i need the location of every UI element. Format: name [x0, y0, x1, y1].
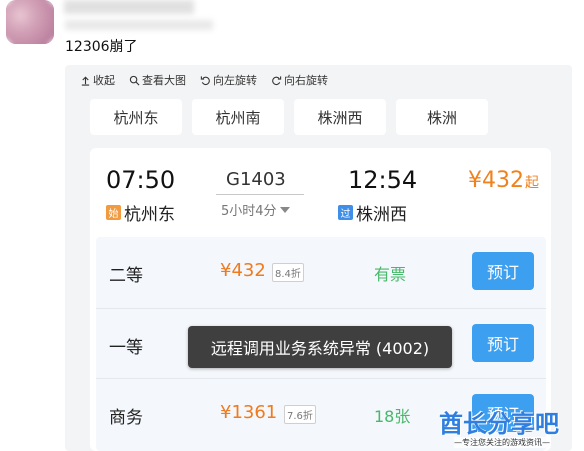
- station-filter: 杭州东 杭州南 株洲西 株洲: [90, 99, 488, 135]
- watermark-subtitle: —专注您关注的游戏资讯—: [454, 437, 550, 448]
- book-button[interactable]: 预订: [472, 324, 534, 362]
- rotate-right-icon: [272, 75, 282, 85]
- rotate-left-icon: [200, 75, 210, 85]
- rotate-left-label: 向左旋转: [213, 74, 257, 87]
- price-from-unit: 起: [525, 175, 539, 191]
- duration-toggle[interactable]: 5小时4分: [221, 200, 290, 219]
- chevron-down-icon: [279, 206, 290, 213]
- pass-tag-icon: 过: [338, 205, 353, 220]
- seat-price: ¥1361: [220, 402, 278, 423]
- username-blurred: [64, 0, 194, 14]
- seat-class: 一等: [109, 338, 143, 358]
- seat-class: 商务: [109, 408, 143, 428]
- seat-row: 二等 ¥432 8.4折 有票 预订: [96, 237, 546, 305]
- discount-badge: 7.6折: [284, 405, 316, 424]
- seat-class: 二等: [109, 266, 143, 286]
- train-divider: [216, 194, 304, 195]
- view-large-label: 查看大图: [142, 74, 186, 87]
- view-large-button[interactable]: 查看大图: [129, 72, 186, 88]
- seat-availability: 18张: [374, 407, 411, 426]
- rotate-left-button[interactable]: 向左旋转: [200, 72, 257, 88]
- magnify-icon: [129, 75, 140, 85]
- post-meta-blurred: [65, 20, 213, 30]
- arrive-time: 12:54: [348, 166, 418, 194]
- rotate-right-label: 向右旋转: [284, 74, 328, 87]
- seat-price: ¥432: [220, 260, 266, 281]
- station-chip[interactable]: 杭州东: [90, 99, 182, 135]
- image-toolbar: 收起 查看大图 向左旋转 向右旋转: [80, 72, 328, 88]
- train-number: G1403: [226, 169, 286, 190]
- arrive-station-name: 株洲西: [356, 205, 407, 225]
- arrive-station: 过 株洲西: [338, 200, 407, 225]
- origin-tag-icon: 始: [106, 205, 121, 220]
- book-button[interactable]: 预订: [472, 252, 534, 290]
- depart-station-name: 杭州东: [124, 205, 175, 225]
- avatar[interactable]: [6, 0, 54, 44]
- discount-badge: 8.4折: [272, 263, 304, 282]
- collapse-icon: [81, 76, 90, 86]
- watermark-logo: 酋长分享吧: [439, 410, 559, 438]
- duration-text: 5小时4分: [221, 204, 277, 219]
- image-viewer-panel: 收起 查看大图 向左旋转 向右旋转 杭州东 杭州南 株洲西 株洲 07:50 G…: [65, 65, 572, 451]
- post-text: 12306崩了: [65, 39, 138, 55]
- station-chip[interactable]: 杭州南: [192, 99, 284, 135]
- rotate-right-button[interactable]: 向右旋转: [271, 72, 328, 88]
- seat-availability: 有票: [374, 265, 407, 284]
- price-from: ¥432 起: [468, 168, 539, 193]
- station-chip[interactable]: 株洲: [396, 99, 488, 135]
- price-from-value: ¥432: [468, 168, 524, 193]
- collapse-label: 收起: [93, 74, 115, 87]
- depart-time: 07:50: [106, 166, 176, 194]
- depart-station: 始 杭州东: [106, 200, 175, 225]
- collapse-button[interactable]: 收起: [80, 72, 115, 88]
- error-toast: 远程调用业务系统异常 (4002): [188, 326, 452, 368]
- station-chip[interactable]: 株洲西: [294, 99, 386, 135]
